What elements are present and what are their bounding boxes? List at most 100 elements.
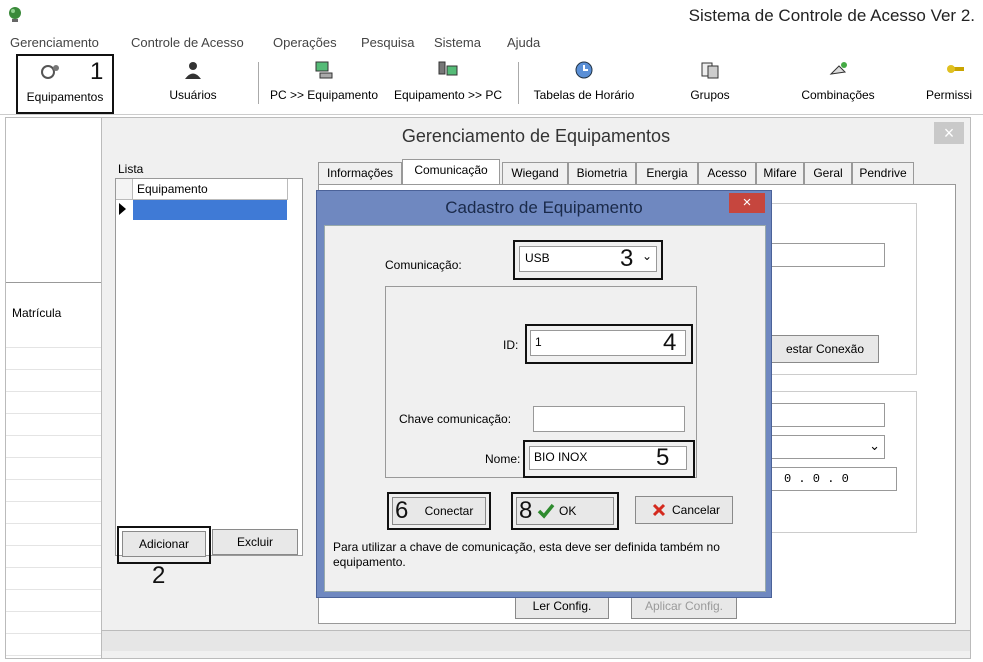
users-icon [185,62,201,79]
divider [6,282,102,283]
checkmark-icon [537,503,555,519]
dialog-close-button[interactable]: × [729,193,765,213]
toolbar-permissoes-label: Permissi [926,88,973,102]
toolbar-usuarios-label: Usuários [169,88,217,102]
menu-controle-de-acesso[interactable]: Controle de Acesso [131,35,244,50]
lista-label: Lista [118,162,144,176]
tab-informacoes[interactable]: Informações [318,162,402,184]
chevron-down-icon: ⌄ [869,438,880,453]
equipment-register-dialog: Cadastro de Equipamento × Comunicação: U… [316,190,772,598]
callout-box-conectar: 6 Conectar [387,492,491,530]
callout-box-nome: BIO INOX 5 [523,440,695,478]
groups-icon [701,62,719,79]
cancel-button[interactable]: Cancelar [635,496,733,524]
callout-2: 2 [152,562,166,589]
list-header-equipamento[interactable]: Equipamento [133,179,288,200]
ip-address-field[interactable]: 0 . 0 . 0 [771,467,897,491]
comunicacao-select[interactable]: USB 3 ⌄ [519,246,657,272]
field-background[interactable] [771,243,885,267]
nome-field[interactable]: BIO INOX 5 [529,446,687,470]
dialog-title: Cadastro de Equipamento [445,198,643,217]
status-bar [102,630,970,651]
tab-biometria[interactable]: Biometria [568,162,636,184]
dialog-body: Comunicação: USB 3 ⌄ ID: 1 4 Chave comun… [324,225,766,592]
menu-sistema[interactable]: Sistema [434,35,481,50]
window-title: Gerenciamento de Equipamentos [401,126,671,146]
callout-3: 3 [620,245,634,272]
chevron-down-icon: ⌄ [642,249,653,263]
ok-button[interactable]: 8 OK [516,497,614,525]
toolbar-pc-to-equip-label: PC >> Equipamento [269,88,379,102]
callout-6: 6 [395,497,409,524]
callout-8: 8 [519,497,533,524]
comunicacao-label: Comunicação: [385,258,462,272]
window-close-button[interactable]: × [934,122,964,144]
title-bar: Sistema de Controle de Acesso Ver 2. [0,0,983,32]
callout-4: 4 [663,329,677,356]
matricula-header: Matrícula [12,306,62,320]
tab-wiegand[interactable]: Wiegand [502,162,568,184]
test-connection-button[interactable]: estar Conexão [771,335,879,363]
add-button[interactable]: Adicionar [122,531,206,557]
connect-label: Conectar [424,504,474,518]
menu-pesquisa[interactable]: Pesquisa [361,35,414,50]
toolbar-pc-to-equip-button[interactable]: PC >> Equipamento [264,54,384,110]
tab-geral[interactable]: Geral [804,162,852,184]
nome-value: BIO INOX [534,450,588,464]
tab-mifare[interactable]: Mifare [756,162,804,184]
callout-5: 5 [656,444,670,471]
list-corner [116,179,133,200]
callout-box-adicionar: Adicionar [117,526,211,564]
menu-gerenciamento[interactable]: Gerenciamento [10,35,99,50]
connect-button[interactable]: 6 Conectar [392,497,486,525]
callout-box-ok: 8 OK [511,492,619,530]
cancel-label: Cancelar [672,503,721,517]
toolbar-tabelas-label: Tabelas de Horário [533,88,635,102]
toolbar-permissoes-button[interactable]: Permissi [926,54,983,110]
toolbar: 1 Equipamentos Usuários PC >> Equipament… [0,54,983,115]
menu-bar: Gerenciamento Controle de Acesso Operaçõ… [0,32,983,54]
equipment-list[interactable]: Equipamento [115,178,303,556]
left-pane: Matrícula [5,117,103,659]
combination-icon [829,62,847,75]
tab-acesso[interactable]: Acesso [698,162,756,184]
computer-icon [315,61,333,79]
toolbar-equipamentos-button[interactable]: 1 Equipamentos [16,54,114,114]
nome-label: Nome: [485,452,521,466]
field-background[interactable] [771,403,885,427]
delete-button[interactable]: Excluir [212,529,298,555]
dialog-note: Para utilizar a chave de comunicação, es… [333,540,720,569]
tab-pendrive[interactable]: Pendrive [852,162,914,184]
network-icon [41,65,59,79]
id-field[interactable]: 1 4 [530,330,686,356]
toolbar-usuarios-button[interactable]: Usuários [160,54,226,110]
toolbar-equip-to-pc-button[interactable]: Equipamento >> PC [386,54,510,110]
toolbar-separator [258,62,259,104]
tab-strip: Informações Comunicação Wiegand Biometri… [318,159,938,184]
matricula-list[interactable] [6,326,102,656]
tab-comunicacao[interactable]: Comunicação [402,159,500,184]
app-title: Sistema de Controle de Acesso Ver 2. [688,6,975,25]
toolbar-grupos-label: Grupos [690,88,730,102]
menu-operacoes[interactable]: Operações [273,35,337,50]
tab-energia[interactable]: Energia [636,162,698,184]
chave-field[interactable] [533,406,685,432]
id-label: ID: [503,338,519,352]
id-value: 1 [535,335,542,349]
app-globe-icon [9,7,21,22]
toolbar-combinacoes-button[interactable]: Combinações [790,54,886,110]
ok-label: OK [559,504,577,518]
select-background[interactable]: ⌄ [771,435,885,459]
toolbar-grupos-button[interactable]: Grupos [680,54,740,110]
toolbar-separator [518,62,519,104]
callout-box-id: 1 4 [525,324,693,364]
callout-box-comunicacao: USB 3 ⌄ [513,240,663,280]
menu-ajuda[interactable]: Ajuda [507,35,540,50]
toolbar-tabelas-button[interactable]: Tabelas de Horário [524,54,644,110]
toolbar-combinacoes-label: Combinações [801,88,875,102]
chave-label: Chave comunicação: [399,412,512,426]
list-row-selected[interactable] [133,200,287,220]
key-icon [947,65,964,73]
row-pointer-icon [119,203,126,215]
comunicacao-value: USB [525,251,550,265]
